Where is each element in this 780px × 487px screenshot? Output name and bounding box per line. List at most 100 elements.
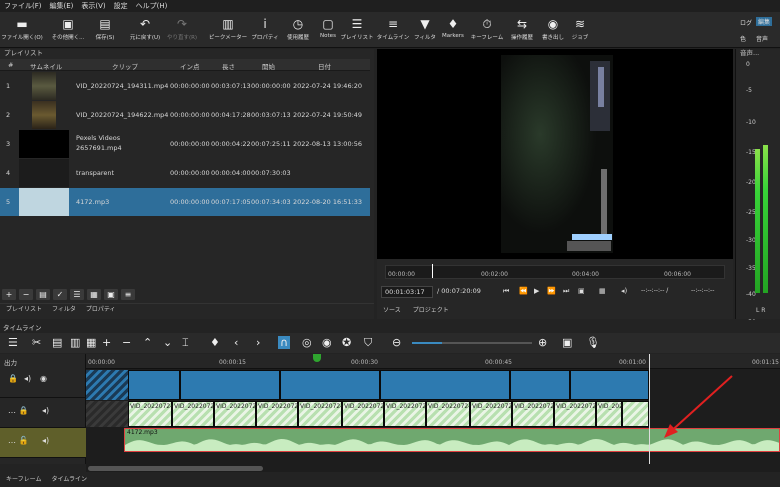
layout-color-button[interactable]: 色 — [740, 34, 746, 43]
playlist-row[interactable]: 4 transparent 00:00:00:00 00:00:04:00 00:07:… — [0, 159, 370, 187]
playlist-check-button[interactable]: ✓ — [53, 289, 67, 300]
playlist-icon-view-button[interactable]: ▣ — [104, 289, 118, 300]
tab-project[interactable]: プロジェクト — [413, 305, 449, 317]
tab-source[interactable]: ソース — [383, 305, 401, 317]
position-timecode[interactable]: 00:01:03:17 — [381, 286, 433, 298]
v1-clip[interactable] — [622, 401, 649, 427]
layout-log-button[interactable]: ログ — [740, 18, 752, 27]
menu-item[interactable]: ヘルプ(H) — [136, 1, 168, 11]
skip-start-icon[interactable]: ⏮ — [503, 287, 509, 296]
ripple-icon[interactable]: ◉ — [322, 336, 332, 349]
playlist-row[interactable]: 5 4172.mp3 00:00:00:00 00:07:17:05 00:07:34:… — [0, 188, 370, 216]
mute-icon[interactable]: ◂) — [24, 374, 31, 383]
undo-button[interactable]: ↶ 元に戻す(U) — [125, 15, 165, 41]
keyframes-button[interactable]: ⏱ キーフレーム — [467, 15, 507, 42]
tab-keyframes[interactable]: キーフレーム — [6, 473, 41, 487]
split-icon[interactable]: ⌶ — [182, 336, 189, 350]
skip-end-icon[interactable]: ⏭ — [563, 287, 569, 296]
playlist-row[interactable]: 3 Pexels Videos 00:00:00:00 00:00:04:22 00:0… — [0, 130, 370, 158]
col-date[interactable]: 日付 — [318, 61, 331, 71]
tab-playlist[interactable]: プレイリスト — [6, 304, 42, 315]
timeline-menu-icon[interactable]: ☰ — [8, 336, 18, 349]
copy-icon[interactable]: ▤ — [52, 336, 62, 349]
add-icon[interactable]: + — [102, 336, 111, 349]
ripple-all-icon[interactable]: ✪ — [342, 336, 351, 349]
tab-filters[interactable]: フィルタ — [52, 304, 76, 315]
peak-meter-button[interactable]: ▥ ピークメーター — [208, 15, 248, 41]
jobs-button[interactable]: ≋ ジョブ — [560, 15, 600, 41]
v1-track-clips[interactable]: VID_20220724_1943VID_20220724_1943VID_20… — [86, 401, 649, 427]
eye-icon[interactable]: ◉ — [40, 374, 47, 383]
col-num[interactable]: # — [8, 61, 13, 69]
zoom-slider[interactable] — [412, 342, 532, 344]
playlist-update-button[interactable]: ▤ — [36, 289, 50, 300]
menu-item[interactable]: ファイル(F) — [4, 1, 42, 11]
scrub-icon[interactable]: ◎ — [302, 336, 312, 349]
cut-icon[interactable]: ✂ — [32, 336, 41, 349]
v2-track-clips[interactable] — [86, 370, 649, 400]
col-thumb[interactable]: サムネイル — [30, 61, 62, 71]
video-preview[interactable] — [377, 49, 733, 259]
snap-icon[interactable]: ∩ — [278, 336, 291, 349]
menu-item[interactable]: 設定 — [114, 1, 128, 11]
v1-clip[interactable]: VID_20220724_1943 — [298, 401, 342, 427]
zoom-out-icon[interactable]: ⊖ — [392, 336, 401, 349]
col-clip[interactable]: クリップ — [112, 61, 138, 71]
menu-item[interactable]: 表示(V) — [81, 1, 105, 11]
playlist-add-button[interactable]: + — [2, 289, 16, 300]
col-in[interactable]: イン点 — [180, 61, 200, 71]
save-button[interactable]: ▤ 保存(S) — [85, 15, 125, 41]
toggle-zoom-icon[interactable]: ▣ — [578, 287, 585, 295]
mute-icon[interactable]: ◂) — [42, 406, 49, 415]
zoom-in-icon[interactable]: ⊕ — [538, 336, 547, 349]
folder-open-button[interactable]: ▬ ファイル開く(O) — [1, 15, 43, 41]
playlist-button[interactable]: ☰ プレイリスト — [337, 15, 377, 41]
v1-clip[interactable]: VID_20220724_1943 — [256, 401, 298, 427]
player-scrub-bar[interactable]: 00:00:00 00:02:00 00:04:00 00:06:00 — [385, 264, 725, 279]
v1-clip[interactable]: VID_20220724_1943 — [554, 401, 596, 427]
v1-clip[interactable]: VID_20220724_1943 — [470, 401, 512, 427]
volume-icon[interactable]: ◂) — [621, 287, 627, 295]
layout-audio-button[interactable]: 音声 — [756, 34, 768, 43]
overwrite-icon[interactable]: ⌄ — [163, 336, 172, 349]
marker-icon[interactable]: ♦ — [210, 336, 220, 349]
tab-timeline[interactable]: タイムライン — [51, 473, 87, 487]
open-other-button[interactable]: ▣ その他開く... — [48, 15, 88, 41]
playlist-grid-view-button[interactable]: ▦ — [87, 289, 101, 300]
col-duration[interactable]: 長さ — [222, 61, 235, 71]
paste-icon[interactable]: ▥ — [70, 336, 80, 349]
playlist-list-view-button[interactable]: ☰ — [70, 289, 84, 300]
grid-icon[interactable]: ▦ — [599, 287, 606, 295]
redo-button[interactable]: ↷ やり直す(R) — [162, 15, 202, 41]
fast-forward-icon[interactable]: ⏩ — [547, 287, 556, 295]
v1-clip[interactable]: VID_20220724_1943 — [426, 401, 470, 427]
menu-item[interactable]: 編集(E) — [50, 1, 74, 11]
timeline-ruler[interactable]: 00:00:00 00:00:15 00:00:30 00:00:45 00:0… — [86, 354, 780, 369]
append-icon[interactable]: ▦ — [86, 336, 96, 349]
playlist-menu-button[interactable]: ≡ — [121, 289, 135, 300]
playlist-row[interactable]: 2 VID_20220724_194622.mp4 00:00:00:00 00:04… — [0, 101, 370, 129]
lock-icon[interactable]: 🔒 — [8, 374, 18, 383]
remove-icon[interactable]: − — [122, 336, 131, 349]
timeline-playhead[interactable] — [313, 354, 321, 362]
timeline-scrollbar[interactable] — [86, 464, 780, 472]
v1-clip[interactable]: VID_20220724_1943 — [512, 401, 554, 427]
record-audio-icon[interactable]: 🎙 — [586, 336, 600, 349]
v1-clip[interactable]: VID_20220724_1943 — [342, 401, 384, 427]
play-icon[interactable]: ▶ — [534, 287, 539, 295]
zoom-fit-icon[interactable]: ▣ — [562, 336, 572, 349]
v1-clip[interactable]: VID_20220724_1943 — [384, 401, 426, 427]
next-marker-icon[interactable]: › — [256, 336, 260, 349]
ripple-markers-icon[interactable]: ⛉ — [364, 336, 372, 350]
lock-icon[interactable]: … 🔓 — [8, 436, 29, 445]
playlist-remove-button[interactable]: − — [19, 289, 33, 300]
v1-clip[interactable]: VID_20220724_1943 — [128, 401, 172, 427]
v1-clip[interactable]: VID_20220724_1943 — [172, 401, 214, 427]
col-start[interactable]: 開始 — [262, 61, 275, 71]
rewind-icon[interactable]: ⏪ — [519, 287, 528, 295]
lift-icon[interactable]: ⌃ — [143, 336, 152, 349]
mute-icon[interactable]: ◂) — [42, 436, 49, 445]
v1-clip[interactable]: VID_20220724_1943 — [214, 401, 256, 427]
playlist-row[interactable]: 1 VID_20220724_194311.mp4 00:00:00:00 00:03… — [0, 72, 370, 100]
lock-icon[interactable]: … 🔒 — [8, 406, 29, 415]
